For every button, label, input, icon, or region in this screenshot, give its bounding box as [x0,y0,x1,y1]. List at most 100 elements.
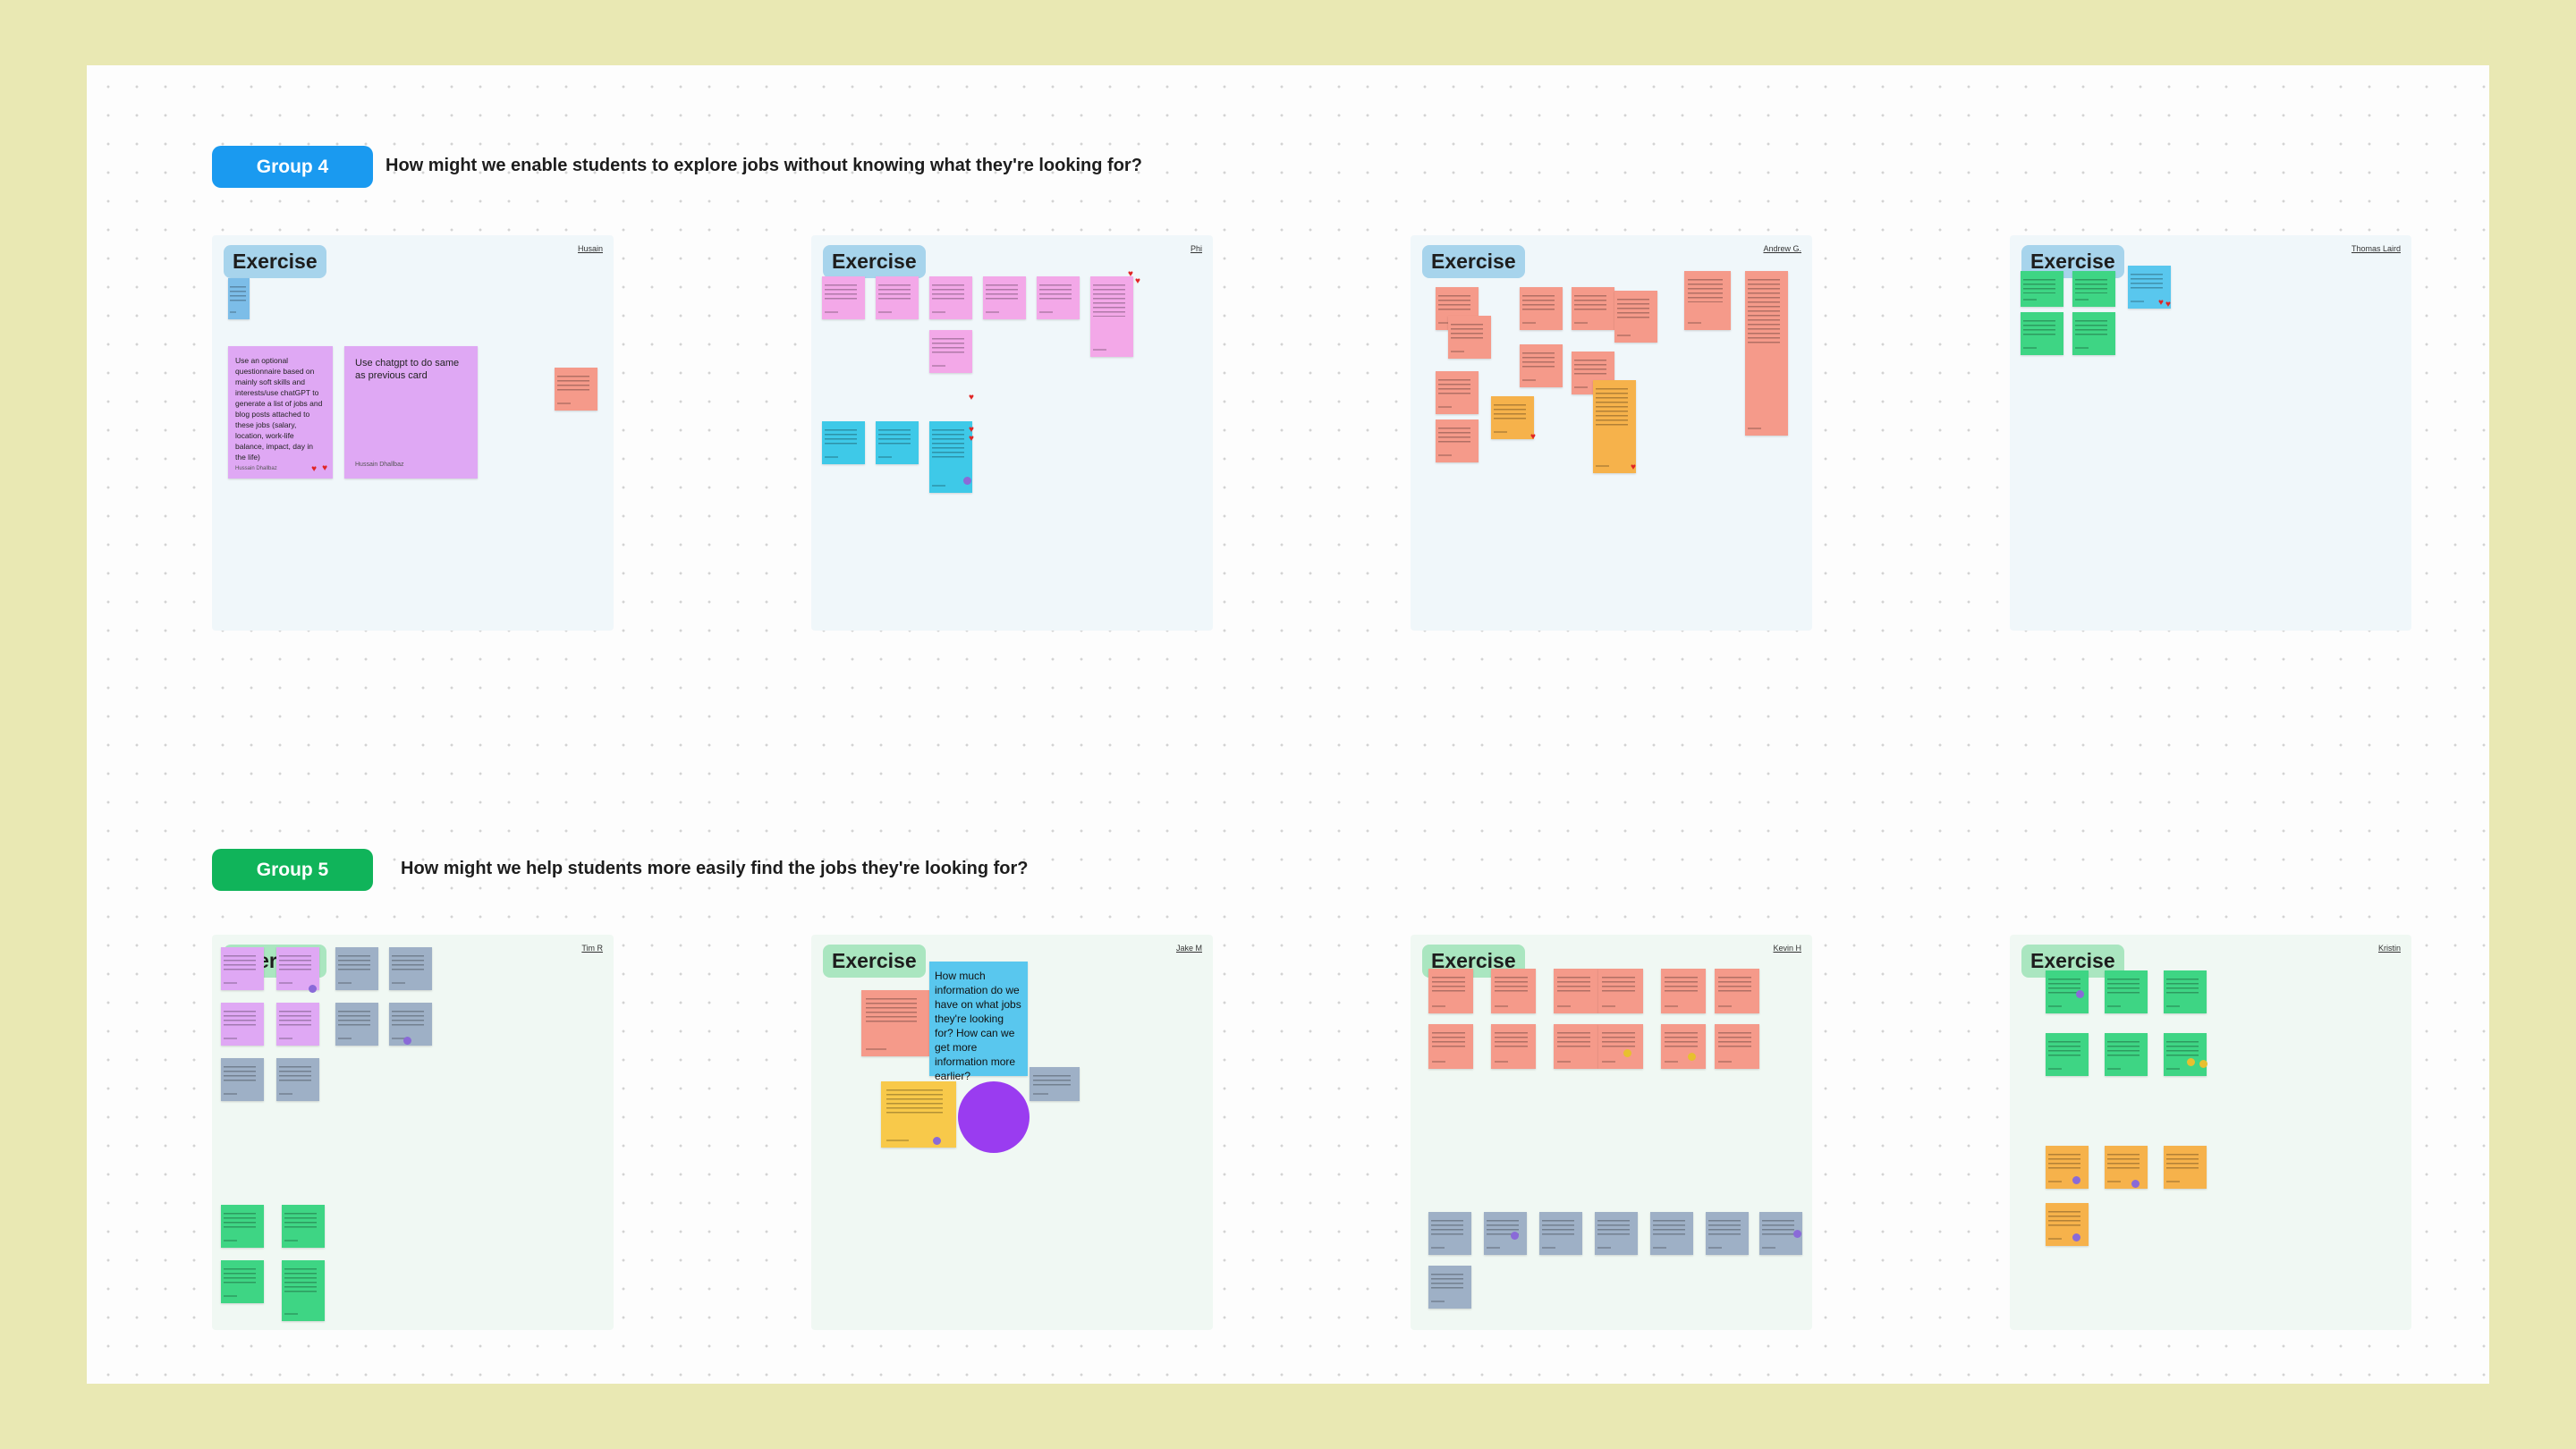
circle-shape[interactable] [958,1081,1030,1153]
sticky-note[interactable] [1650,1212,1693,1255]
sticky-note[interactable] [1745,271,1788,436]
sticky-note[interactable] [1593,380,1636,473]
whiteboard-canvas[interactable]: Group 4 How might we enable students to … [87,65,2489,1384]
sticky-note[interactable] [2072,271,2115,307]
sticky-note[interactable] [1661,1024,1706,1069]
sticky-note[interactable] [2021,271,2063,307]
emoji-reaction-icon[interactable] [933,1137,941,1145]
sticky-note[interactable] [2021,312,2063,355]
section-kristin[interactable]: Exercise Kristin [2010,935,2411,1330]
heart-reaction-icon[interactable]: ♥ [322,463,327,473]
sticky-note[interactable] [221,1058,264,1101]
sticky-note[interactable] [1554,1024,1598,1069]
section-jake-m[interactable]: Exercise Jake M How much information do … [811,935,1213,1330]
sticky-note[interactable] [822,276,865,319]
sticky-note[interactable] [2105,970,2148,1013]
sticky-note[interactable] [1539,1212,1582,1255]
heart-reaction-icon[interactable]: ♥ [2165,300,2171,309]
sticky-note[interactable] [1428,1212,1471,1255]
section-author[interactable]: Phi [1191,244,1202,253]
emoji-reaction-icon[interactable] [403,1037,411,1045]
heart-reaction-icon[interactable]: ♥ [1135,276,1140,286]
sticky-note[interactable] [1520,344,1563,387]
sticky-note-chatgpt[interactable]: Use chatgpt to do same as previous card … [344,346,478,479]
heart-reaction-icon[interactable]: ♥ [1530,432,1536,442]
sticky-note[interactable] [276,947,319,990]
emoji-reaction-icon[interactable] [2131,1180,2140,1188]
sticky-note[interactable] [876,421,919,464]
sticky-note[interactable] [1572,287,1614,330]
group-5-label[interactable]: Group 5 [212,849,373,891]
sticky-note[interactable] [881,1081,956,1148]
sticky-note[interactable] [1436,371,1479,414]
sticky-note[interactable] [2164,1033,2207,1076]
section-author[interactable]: Jake M [1176,944,1202,953]
sticky-note[interactable] [876,276,919,319]
section-thomas-laird[interactable]: Exercise Thomas Laird ♥ ♥ [2010,235,2411,631]
sticky-note[interactable] [2105,1033,2148,1076]
sticky-note[interactable] [221,1205,264,1248]
sticky-note[interactable] [2128,266,2171,309]
section-phi[interactable]: Exercise Phi ♥ ♥ ♥ ♥ ♥ [811,235,1213,631]
sticky-note[interactable] [282,1260,325,1321]
sticky-note[interactable] [555,368,597,411]
sticky-note[interactable] [1491,969,1536,1013]
section-author[interactable]: Tim R [581,944,603,953]
emoji-reaction-icon[interactable] [309,985,317,993]
sticky-note[interactable] [2072,312,2115,355]
sticky-note-information-question[interactable]: How much information do we have on what … [929,962,1028,1082]
sticky-note[interactable] [276,1058,319,1101]
sticky-note[interactable] [1684,271,1731,330]
section-tim-r[interactable]: Exercise Tim R [212,935,614,1330]
sticky-note[interactable] [2046,1203,2089,1246]
sticky-note[interactable] [2164,970,2207,1013]
sticky-note[interactable] [1706,1212,1749,1255]
heart-reaction-icon[interactable]: ♥ [1631,462,1636,472]
emoji-reaction-icon[interactable] [2076,990,2084,998]
sticky-note[interactable] [389,947,432,990]
emoji-reaction-icon[interactable] [1688,1053,1696,1061]
sticky-note[interactable] [1436,419,1479,462]
sticky-note[interactable] [2046,1033,2089,1076]
sticky-note[interactable] [1598,1024,1643,1069]
section-author[interactable]: Kristin [2378,944,2401,953]
sticky-note[interactable] [1428,1266,1471,1309]
section-kevin-h[interactable]: Exercise Kevin H [1411,935,1812,1330]
sticky-note[interactable] [221,1003,264,1046]
heart-reaction-icon[interactable]: ♥ [969,434,974,444]
sticky-note[interactable] [1595,1212,1638,1255]
sticky-note[interactable] [276,1003,319,1046]
sticky-note[interactable] [335,947,378,990]
sticky-note[interactable] [861,990,929,1056]
sticky-note[interactable] [1030,1067,1080,1101]
sticky-note[interactable] [1598,969,1643,1013]
sticky-note[interactable] [1491,1024,1536,1069]
sticky-note[interactable] [1520,287,1563,330]
section-author[interactable]: Husain [578,244,603,253]
heart-reaction-icon[interactable]: ♥ [2158,298,2164,308]
sticky-note[interactable] [1037,276,1080,319]
section-author[interactable]: Andrew G. [1763,244,1801,253]
heart-reaction-icon[interactable]: ♥ [969,393,974,402]
section-author[interactable]: Kevin H [1773,944,1801,953]
sticky-note-questionnaire[interactable]: Use an optional questionnaire based on m… [228,346,333,479]
emoji-reaction-icon[interactable] [1511,1232,1519,1240]
sticky-note[interactable] [1614,291,1657,343]
sticky-note[interactable] [929,330,972,373]
heart-reaction-icon[interactable]: ♥ [1128,269,1133,279]
section-husain[interactable]: Exercise Husain Use an optional question… [212,235,614,631]
section-andrew-g[interactable]: Exercise Andrew G. ♥ ♥ [1411,235,1812,631]
group-4-label[interactable]: Group 4 [212,146,373,188]
sticky-note[interactable] [1428,1024,1473,1069]
sticky-note[interactable] [1715,1024,1759,1069]
sticky-note[interactable] [1484,1212,1527,1255]
sticky-note[interactable] [2105,1146,2148,1189]
emoji-reaction-icon[interactable] [1793,1230,1801,1238]
sticky-note[interactable] [822,421,865,464]
heart-reaction-icon[interactable]: ♥ [311,464,317,474]
section-author[interactable]: Thomas Laird [2351,244,2401,253]
sticky-note[interactable] [1448,316,1491,359]
sticky-note[interactable] [221,1260,264,1303]
sticky-note[interactable] [1491,396,1534,439]
sticky-note[interactable] [228,278,250,319]
